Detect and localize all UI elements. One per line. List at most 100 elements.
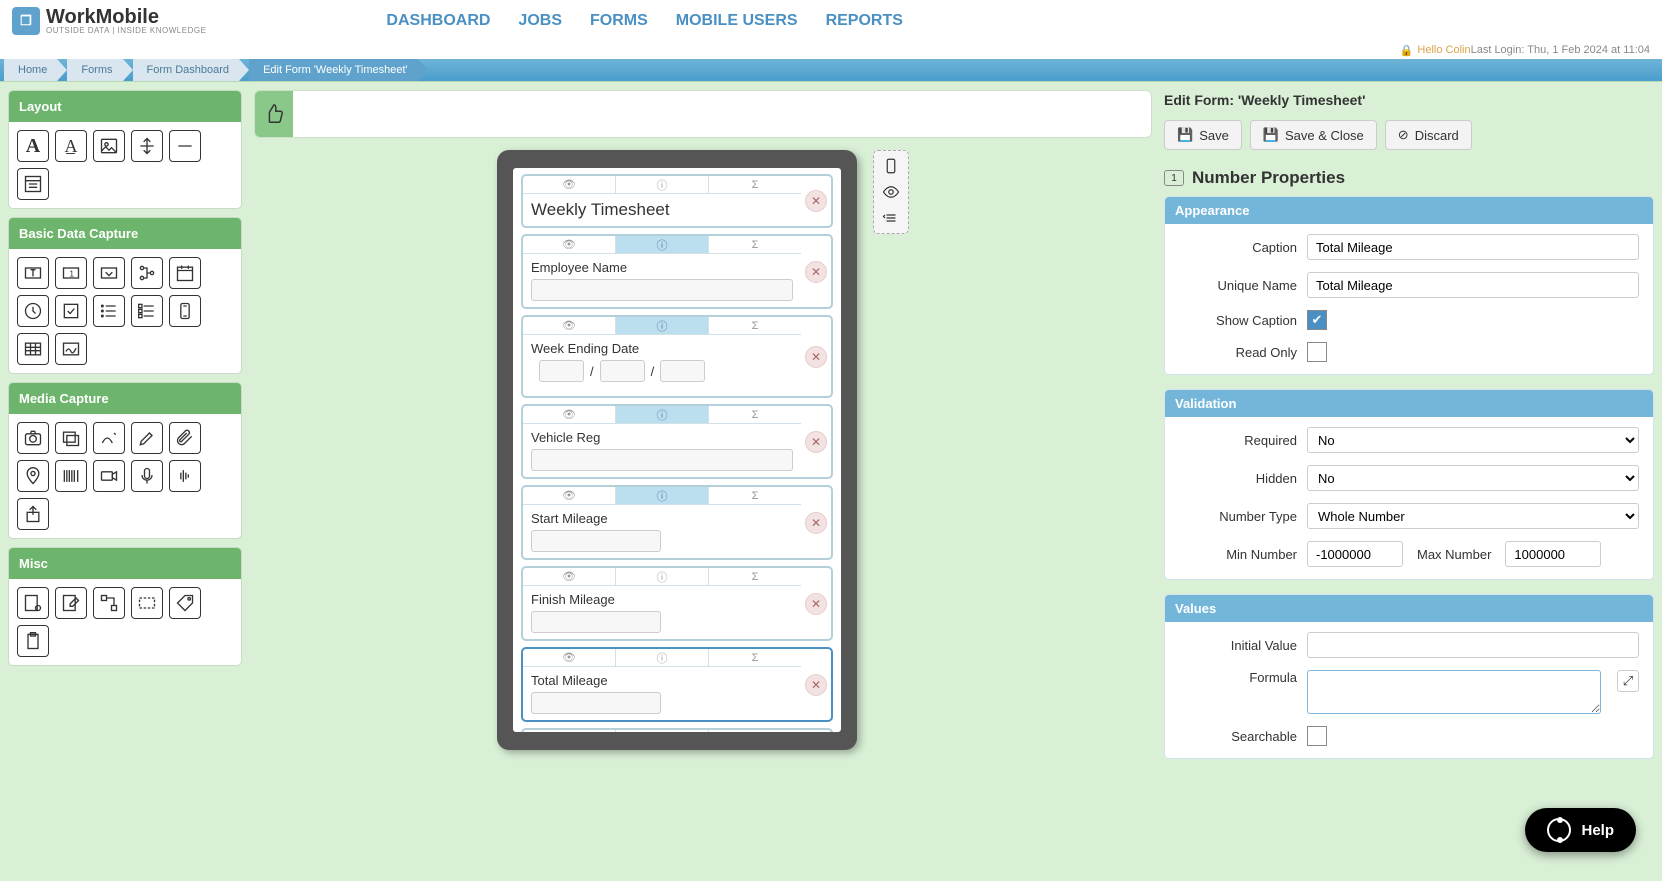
tool-note[interactable] bbox=[55, 587, 87, 619]
crumb-forms[interactable]: Forms bbox=[67, 59, 122, 81]
remove-field-icon[interactable]: ✕ bbox=[805, 593, 827, 615]
remove-field-icon[interactable]: ✕ bbox=[805, 190, 827, 212]
field-employee[interactable]: 👁ⓘΣ Employee Name ✕ bbox=[521, 234, 833, 309]
tool-divider[interactable] bbox=[169, 130, 201, 162]
tool-table[interactable] bbox=[17, 333, 49, 365]
tool-share[interactable] bbox=[17, 498, 49, 530]
tool-heading[interactable]: A bbox=[17, 130, 49, 162]
remove-field-icon[interactable]: ✕ bbox=[805, 261, 827, 283]
initial-value-input[interactable] bbox=[1307, 632, 1639, 658]
caption-input[interactable] bbox=[1307, 234, 1639, 260]
field-start-mileage[interactable]: 👁ⓘΣ Start Mileage ✕ bbox=[521, 485, 833, 560]
eye-off-icon[interactable]: 👁 bbox=[523, 176, 616, 193]
tool-checkbox[interactable] bbox=[55, 295, 87, 327]
device-icon[interactable] bbox=[878, 155, 904, 177]
eye-off-icon[interactable]: 👁 bbox=[523, 649, 616, 666]
number-type-select[interactable]: Whole Number bbox=[1307, 503, 1639, 529]
eye-off-icon[interactable]: 👁 bbox=[523, 317, 616, 334]
tool-date[interactable] bbox=[169, 257, 201, 289]
eye-off-icon[interactable]: 👁 bbox=[523, 568, 616, 585]
tool-signature[interactable] bbox=[55, 333, 87, 365]
tool-location[interactable] bbox=[17, 460, 49, 492]
searchable-checkbox[interactable] bbox=[1307, 726, 1327, 746]
nav-reports[interactable]: REPORTS bbox=[826, 12, 903, 30]
tool-waveform[interactable] bbox=[169, 460, 201, 492]
info-icon[interactable]: ⓘ bbox=[616, 406, 709, 423]
save-close-button[interactable]: 💾Save & Close bbox=[1250, 120, 1377, 150]
discard-button[interactable]: ⊘Discard bbox=[1385, 120, 1472, 150]
info-icon[interactable]: ⓘ bbox=[616, 649, 709, 666]
info-icon[interactable]: ⓘ bbox=[616, 317, 709, 334]
field-week-ending[interactable]: 👁ⓘΣ Week Ending Date / / bbox=[521, 315, 833, 398]
tool-dropdown[interactable] bbox=[93, 257, 125, 289]
info-icon[interactable]: ⓘ bbox=[616, 487, 709, 504]
tool-section[interactable] bbox=[17, 168, 49, 200]
eye-off-icon[interactable]: 👁 bbox=[523, 406, 616, 423]
field-total-input[interactable] bbox=[531, 692, 661, 714]
field-title[interactable]: 👁ⓘΣ Weekly Timesheet ✕ bbox=[521, 174, 833, 228]
eye-off-icon[interactable]: 👁 bbox=[523, 730, 616, 732]
field-total-mileage[interactable]: 👁ⓘΣ Total Mileage ✕ bbox=[521, 647, 833, 722]
remove-field-icon[interactable]: ✕ bbox=[805, 674, 827, 696]
sigma-icon[interactable]: Σ bbox=[709, 730, 801, 732]
tool-options[interactable] bbox=[131, 295, 163, 327]
info-icon[interactable]: ⓘ bbox=[616, 568, 709, 585]
nav-jobs[interactable]: JOBS bbox=[518, 12, 562, 30]
tool-form-link[interactable] bbox=[17, 587, 49, 619]
sigma-icon[interactable]: Σ bbox=[709, 568, 801, 585]
tool-lookup[interactable] bbox=[169, 295, 201, 327]
sigma-icon[interactable]: Σ bbox=[709, 176, 801, 193]
tool-image[interactable] bbox=[93, 130, 125, 162]
max-number-input[interactable] bbox=[1505, 541, 1601, 567]
crumb-edit-form[interactable]: Edit Form 'Weekly Timesheet' bbox=[249, 59, 418, 81]
date-month-input[interactable] bbox=[600, 360, 645, 382]
tool-audio[interactable] bbox=[131, 460, 163, 492]
sigma-icon[interactable]: Σ bbox=[709, 317, 801, 334]
tool-container[interactable] bbox=[131, 587, 163, 619]
field-employee-input[interactable] bbox=[531, 279, 793, 301]
field-finish-input[interactable] bbox=[531, 611, 661, 633]
eye-off-icon[interactable]: 👁 bbox=[523, 487, 616, 504]
nav-mobile-users[interactable]: MOBILE USERS bbox=[676, 12, 798, 30]
tool-spacer[interactable] bbox=[131, 130, 163, 162]
field-vehicle[interactable]: 👁ⓘΣ Vehicle Reg ✕ bbox=[521, 404, 833, 479]
reorder-icon[interactable] bbox=[878, 207, 904, 229]
tool-time[interactable] bbox=[17, 295, 49, 327]
field-days[interactable]: 👁ⓘΣ Days on a call ✕ bbox=[521, 728, 833, 732]
field-finish-mileage[interactable]: 👁ⓘΣ Finish Mileage ✕ bbox=[521, 566, 833, 641]
crumb-home[interactable]: Home bbox=[4, 59, 57, 81]
remove-field-icon[interactable]: ✕ bbox=[805, 346, 827, 368]
remove-field-icon[interactable]: ✕ bbox=[805, 512, 827, 534]
tool-sketch[interactable] bbox=[93, 422, 125, 454]
hidden-select[interactable]: No bbox=[1307, 465, 1639, 491]
date-day-input[interactable] bbox=[539, 360, 584, 382]
info-icon[interactable]: ⓘ bbox=[616, 730, 709, 732]
unique-name-input[interactable] bbox=[1307, 272, 1639, 298]
date-year-input[interactable] bbox=[660, 360, 705, 382]
sigma-icon[interactable]: Σ bbox=[709, 487, 801, 504]
tool-label[interactable]: A̲ bbox=[55, 130, 87, 162]
tool-textbox[interactable] bbox=[17, 257, 49, 289]
required-select[interactable]: No bbox=[1307, 427, 1639, 453]
tool-clipboard[interactable] bbox=[17, 625, 49, 657]
info-icon[interactable]: ⓘ bbox=[616, 236, 709, 253]
info-icon[interactable]: ⓘ bbox=[616, 176, 709, 193]
expand-formula-icon[interactable]: ⤢ bbox=[1617, 670, 1639, 692]
tool-workflow[interactable] bbox=[93, 587, 125, 619]
tool-camera[interactable] bbox=[17, 422, 49, 454]
sigma-icon[interactable]: Σ bbox=[709, 406, 801, 423]
tool-barcode[interactable] bbox=[55, 460, 87, 492]
min-number-input[interactable] bbox=[1307, 541, 1403, 567]
tool-tree[interactable] bbox=[131, 257, 163, 289]
tool-draw[interactable] bbox=[131, 422, 163, 454]
nav-dashboard[interactable]: DASHBOARD bbox=[386, 12, 490, 30]
field-vehicle-input[interactable] bbox=[531, 449, 793, 471]
crumb-form-dashboard[interactable]: Form Dashboard bbox=[133, 59, 240, 81]
tool-video[interactable] bbox=[93, 460, 125, 492]
nav-forms[interactable]: FORMS bbox=[590, 12, 648, 30]
tool-attachment[interactable] bbox=[169, 422, 201, 454]
tool-number[interactable]: 1 bbox=[55, 257, 87, 289]
formula-input[interactable] bbox=[1307, 670, 1601, 714]
remove-field-icon[interactable]: ✕ bbox=[805, 431, 827, 453]
help-button[interactable]: Help bbox=[1525, 808, 1636, 852]
